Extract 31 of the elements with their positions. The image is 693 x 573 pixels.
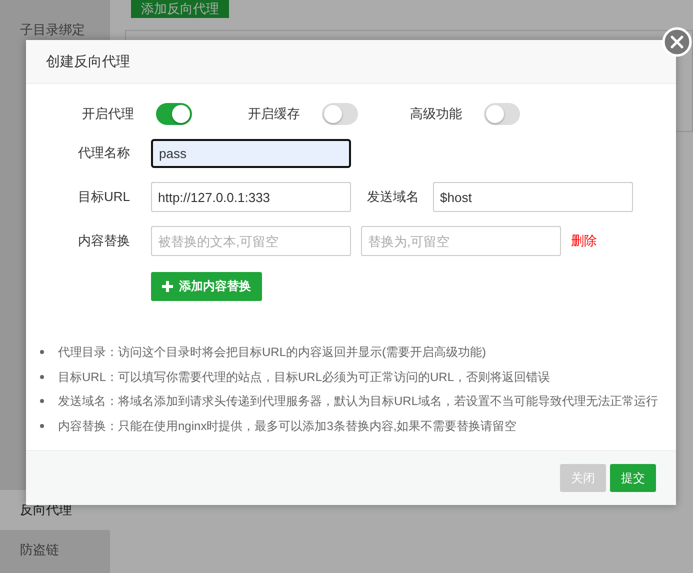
delete-link[interactable]: 删除: [571, 232, 597, 250]
submit-button[interactable]: 提交: [610, 464, 656, 492]
add-replace-button[interactable]: 添加内容替换: [151, 272, 262, 300]
help-note: 发送域名：将域名添加到请求头传递到代理服务器，默认为目标URL域名，若设置不当可能导致代理无法正常运行: [58, 393, 658, 410]
input-field[interactable]: http://127.0.0.1:333: [151, 182, 351, 212]
field-label: 发送域名: [367, 188, 419, 206]
bullet-icon: [40, 399, 44, 404]
input-field[interactable]: 替换为,可留空: [361, 226, 561, 256]
toggle-label: 开启缓存: [248, 105, 300, 123]
toggle-switch[interactable]: [156, 103, 192, 125]
help-note: 目标URL：可以填写你需要代理的站点，目标URL必须为可正常访问的URL，否则将返回错误: [58, 368, 550, 386]
help-note: 代理目录：访问这个目录时将会把目标URL的内容返回并显示(需要开启高级功能): [58, 344, 486, 361]
sidebar-item[interactable]: 防盗链: [0, 530, 110, 570]
input-field[interactable]: pass: [151, 138, 351, 168]
field-label: 代理名称: [77, 144, 130, 162]
toggle-label: 开启代理: [82, 105, 134, 123]
toggle-switch[interactable]: [322, 103, 358, 125]
help-note: 内容替换：只能在使用nginx时提供，最多可以添加3条替换内容,如果不需要替换请留空: [58, 418, 517, 434]
field-label: 目标URL: [76, 188, 130, 206]
add-proxy-button[interactable]: 添加反向代理: [131, 0, 229, 18]
bullet-icon: [40, 350, 44, 354]
field-label: 内容替换: [77, 232, 130, 250]
close-icon[interactable]: [662, 27, 692, 57]
bullet-icon: [40, 374, 44, 379]
dialog-title: 创建反向代理: [46, 52, 130, 70]
input-field[interactable]: $host: [433, 182, 633, 212]
toggle-switch[interactable]: [484, 103, 520, 125]
toggle-label: 高级功能: [410, 105, 462, 123]
input-field[interactable]: 被替换的文本,可留空: [151, 226, 351, 256]
plus-icon: [162, 280, 173, 292]
bullet-icon: [40, 424, 44, 428]
